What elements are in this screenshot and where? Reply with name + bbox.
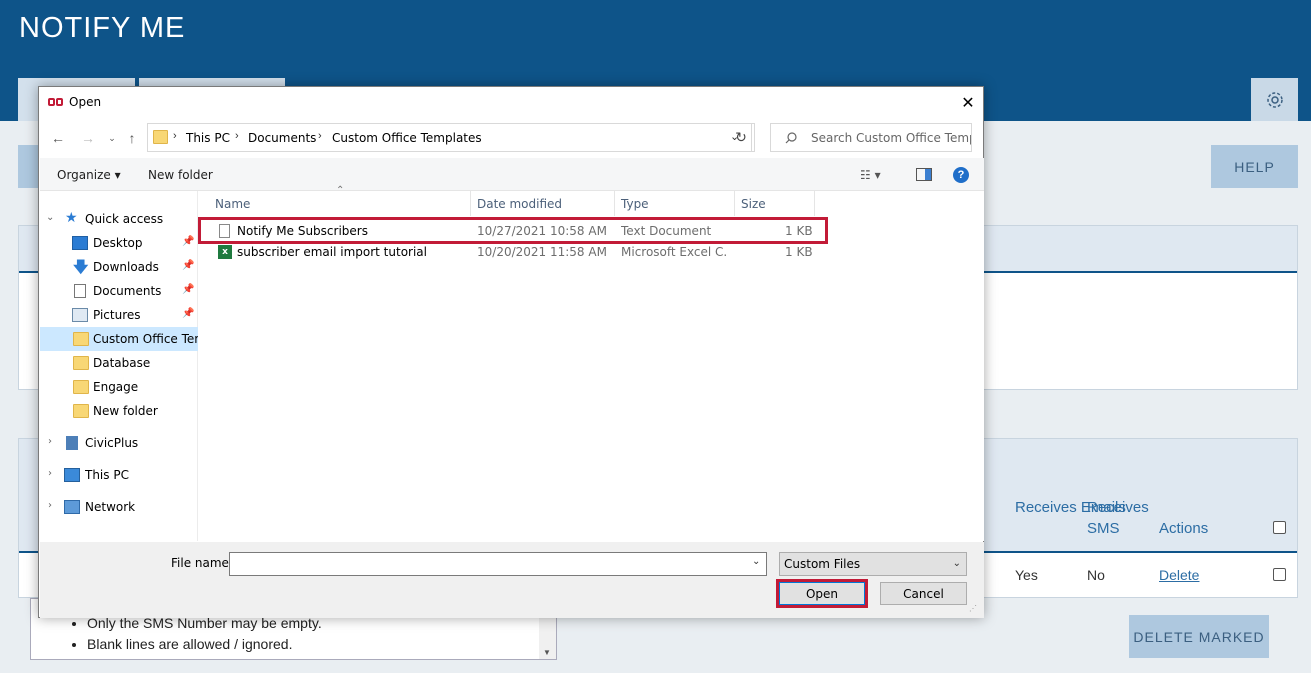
network-icon [64, 500, 80, 514]
resize-grip-icon[interactable]: ⋰ [969, 604, 977, 613]
scroll-down-icon[interactable]: ▼ [543, 648, 551, 657]
column-header-type[interactable]: Type [615, 191, 735, 216]
chevron-right-icon[interactable]: › [48, 500, 52, 511]
pin-icon: 📌 [182, 308, 195, 319]
cell-receives-emails: Yes [1015, 567, 1038, 583]
file-name-input[interactable] [229, 552, 767, 576]
search-input[interactable]: Search Custom Office Templ... [770, 123, 972, 152]
help-button[interactable]: HELP [1211, 145, 1298, 188]
nav-item-civicplus[interactable]: › CivicPlus [40, 431, 198, 455]
nav-item-custom-office-templates[interactable]: Custom Office Tem [40, 327, 198, 351]
delete-link[interactable]: Delete [1159, 567, 1199, 583]
desktop-icon [72, 236, 88, 250]
back-arrow-icon[interactable]: ← [47, 127, 69, 149]
nav-item-documents[interactable]: Documents 📌 [40, 279, 198, 303]
settings-button[interactable] [1251, 78, 1298, 121]
pin-icon: 📌 [182, 284, 195, 295]
forward-arrow-icon[interactable]: → [77, 127, 99, 149]
file-type-select[interactable]: Custom Files ⌄ [779, 552, 967, 576]
open-file-dialog: Open ✕ ← → ⌄ ↑ › This PC › Documents › C… [38, 86, 984, 618]
list-item: Blank lines are allowed / ignored. [87, 636, 322, 653]
dialog-titlebar: Open ✕ [39, 87, 983, 117]
file-name-label: File name: [171, 556, 233, 570]
header-actions: Actions [1159, 520, 1209, 537]
excel-file-icon: x [218, 245, 232, 259]
file-row-subscriber-email-import-tutorial[interactable]: x subscriber email import tutorial 10/20… [199, 242, 984, 263]
breadcrumb-custom-office-templates[interactable]: Custom Office Templates [332, 131, 482, 145]
background-button[interactable] [18, 145, 40, 188]
dialog-toolbar: Organize ▾ New folder ☷ ▾ ? [40, 158, 984, 191]
building-icon [66, 436, 78, 450]
recent-locations-icon[interactable]: ⌄ [101, 127, 123, 149]
star-icon: ★ [65, 210, 78, 226]
navigation-pane: ⌄ ★ Quick access Desktop 📌 🡇 Downloads 📌… [40, 191, 198, 541]
chevron-right-icon[interactable]: › [48, 468, 52, 479]
computer-icon [64, 468, 80, 482]
pin-icon: 📌 [182, 260, 195, 271]
breadcrumb-documents[interactable]: Documents [248, 131, 316, 145]
preview-pane-icon[interactable] [916, 168, 932, 181]
nav-item-desktop[interactable]: Desktop 📌 [40, 231, 198, 255]
row-checkbox[interactable] [1273, 568, 1286, 581]
page-title: NOTIFY ME [19, 12, 186, 44]
file-highlight-annotation [198, 217, 828, 244]
chevron-down-icon[interactable]: ⌄ [752, 556, 760, 567]
search-placeholder: Search Custom Office Templ... [811, 131, 971, 145]
folder-icon [73, 380, 89, 394]
app-logo-icon [48, 98, 63, 106]
view-options-icon[interactable]: ☷ ▾ [860, 168, 881, 182]
close-icon[interactable]: ✕ [953, 92, 983, 114]
chevron-right-icon[interactable]: › [48, 436, 52, 447]
nav-item-pictures[interactable]: Pictures 📌 [40, 303, 198, 327]
gear-icon [1266, 91, 1283, 108]
search-icon [785, 132, 797, 144]
new-folder-button[interactable]: New folder [148, 168, 213, 182]
nav-item-database[interactable]: Database [40, 351, 198, 375]
cell-receives-sms: No [1087, 567, 1105, 583]
document-icon [74, 284, 86, 298]
chevron-down-icon: ⌄ [952, 558, 961, 569]
nav-item-network[interactable]: › Network [40, 495, 198, 519]
nav-item-this-pc[interactable]: › This PC [40, 463, 198, 487]
nav-item-downloads[interactable]: 🡇 Downloads 📌 [40, 255, 198, 279]
refresh-icon[interactable]: ↻ [728, 123, 755, 152]
select-all-checkbox[interactable] [1273, 521, 1286, 534]
folder-icon [153, 130, 168, 144]
picture-icon [72, 308, 88, 322]
help-icon[interactable]: ? [953, 167, 969, 183]
nav-quick-access[interactable]: ⌄ ★ Quick access [40, 207, 198, 231]
breadcrumb-this-pc[interactable]: This PC [186, 131, 230, 145]
folder-icon [73, 356, 89, 370]
cancel-button[interactable]: Cancel [880, 582, 967, 605]
column-header-date[interactable]: Date modified [471, 191, 615, 216]
address-bar[interactable]: › This PC › Documents › Custom Office Te… [147, 123, 752, 152]
dialog-title: Open [69, 95, 102, 109]
delete-marked-button[interactable]: DELETE MARKED [1129, 615, 1269, 658]
header-receives-sms: Receives SMS [1087, 499, 1149, 537]
up-arrow-icon[interactable]: ↑ [121, 127, 143, 149]
column-header-size[interactable]: Size [735, 191, 815, 216]
organize-menu[interactable]: Organize ▾ [57, 168, 121, 182]
pin-icon: 📌 [182, 236, 195, 247]
folder-icon [73, 404, 89, 418]
nav-item-engage[interactable]: Engage [40, 375, 198, 399]
nav-item-new-folder[interactable]: New folder [40, 399, 198, 423]
column-header-name[interactable]: Name [209, 191, 471, 216]
folder-icon [73, 332, 89, 346]
chevron-down-icon[interactable]: ⌄ [46, 212, 54, 223]
instructions-list: Only the SMS Number may be empty. Blank … [87, 615, 322, 657]
open-highlight-annotation [776, 579, 868, 608]
